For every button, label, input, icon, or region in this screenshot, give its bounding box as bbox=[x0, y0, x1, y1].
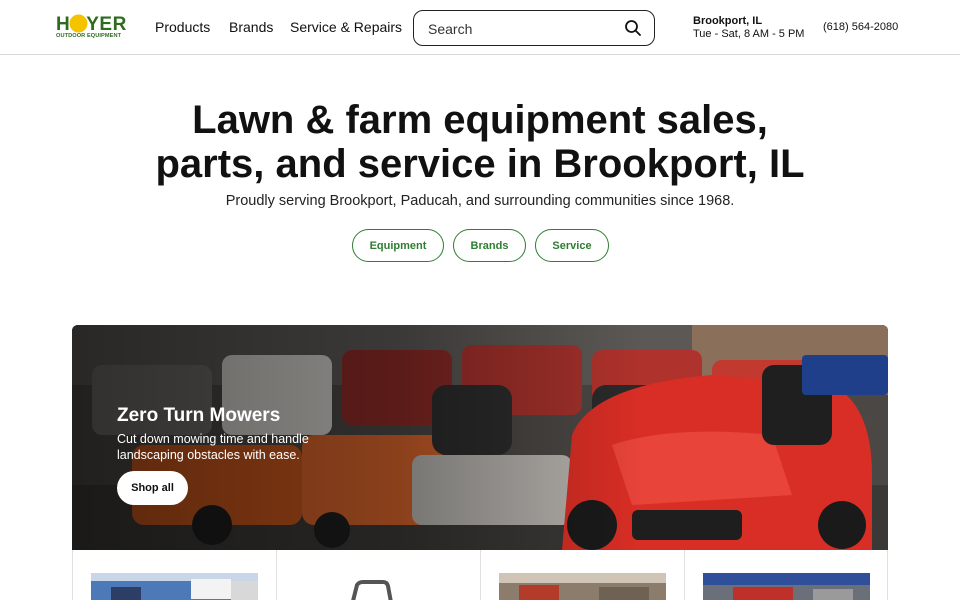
hero-subtitle: Proudly serving Brookport, Paducah, and … bbox=[225, 193, 735, 209]
store-location[interactable]: Brookport, IL bbox=[693, 15, 762, 27]
card-image bbox=[703, 573, 870, 600]
search-input[interactable] bbox=[428, 19, 618, 39]
logo-wordmark: H YER bbox=[56, 15, 127, 34]
zero-turn-banner: Zero Turn Mowers Cut down mowing time an… bbox=[72, 325, 888, 550]
store-hours: Tue - Sat, 8 AM - 5 PM bbox=[693, 28, 805, 40]
brands-pill-button[interactable]: Brands bbox=[453, 229, 526, 262]
page-title-line-2: parts, and service in Brookport, IL bbox=[155, 142, 805, 186]
logo-yer: YER bbox=[86, 14, 127, 35]
category-card[interactable] bbox=[481, 550, 685, 600]
hoyer-logo[interactable]: H YER OUTDOOR EQUIPMENT bbox=[56, 15, 132, 39]
card-image bbox=[499, 573, 666, 600]
category-card[interactable] bbox=[685, 550, 889, 600]
site-header: H YER OUTDOOR EQUIPMENT Products Brands S… bbox=[0, 0, 960, 55]
page-title-line-1: Lawn & farm equipment sales, bbox=[192, 98, 768, 142]
service-pill-button[interactable]: Service bbox=[535, 229, 609, 262]
nav-products[interactable]: Products bbox=[155, 19, 210, 35]
page-title: Lawn & farm equipment sales, parts, and … bbox=[0, 98, 960, 186]
category-card[interactable] bbox=[277, 550, 481, 600]
banner-title: Zero Turn Mowers bbox=[117, 405, 281, 426]
search-icon[interactable] bbox=[624, 19, 642, 37]
logo-h: H bbox=[56, 14, 71, 35]
equipment-pill-button[interactable]: Equipment bbox=[352, 229, 444, 262]
nav-service-repairs[interactable]: Service & Repairs bbox=[290, 19, 402, 35]
nav-brands[interactable]: Brands bbox=[229, 19, 273, 35]
card-image bbox=[91, 573, 258, 600]
sun-icon bbox=[70, 16, 86, 31]
banner-description: Cut down mowing time and handle landscap… bbox=[117, 432, 309, 462]
logo-subtext: OUTDOOR EQUIPMENT bbox=[56, 33, 122, 39]
phone-link[interactable]: (618) 564-2080 bbox=[823, 21, 898, 33]
card-image bbox=[295, 573, 462, 600]
search-box bbox=[413, 10, 655, 46]
shop-all-button[interactable]: Shop all bbox=[117, 471, 188, 505]
category-cards bbox=[72, 550, 888, 600]
category-card[interactable] bbox=[73, 550, 277, 600]
